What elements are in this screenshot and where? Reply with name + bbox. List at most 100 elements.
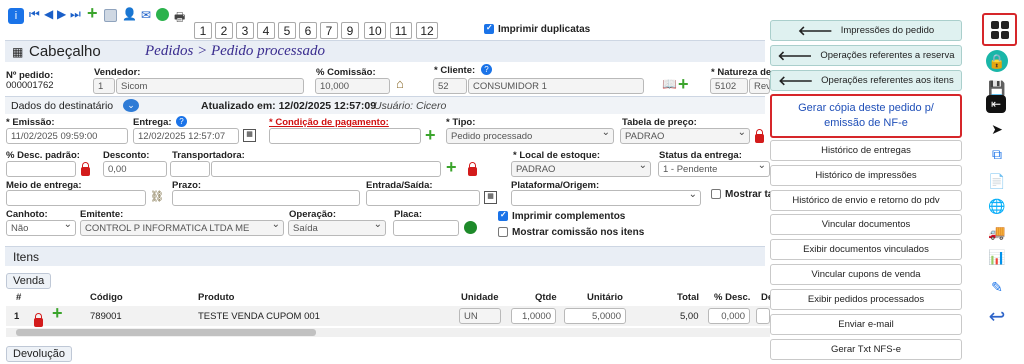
type-select[interactable]: Pedido processado [446, 128, 614, 144]
page-button[interactable]: 1 [194, 22, 212, 39]
menu-show-linked-documents[interactable]: Exibir documentos vinculados [770, 239, 962, 260]
prev-page-icon[interactable]: ◀ [44, 7, 53, 21]
add-item-icon[interactable]: + [52, 304, 63, 322]
add-icon[interactable]: + [87, 3, 98, 24]
page-button[interactable]: 12 [416, 22, 438, 39]
lock-icon[interactable] [34, 313, 43, 327]
add-carrier-icon[interactable]: + [446, 158, 457, 176]
page-button[interactable]: 5 [278, 22, 296, 39]
menu-print-history[interactable]: Histórico de impressões [770, 165, 962, 186]
client-code-input[interactable]: 52 [433, 78, 467, 94]
price-table-select[interactable]: PADRAO [620, 128, 750, 144]
exit-icon[interactable]: ⇤ [986, 95, 1006, 113]
lock-icon[interactable] [81, 162, 90, 176]
stock-select[interactable]: PADRAO [511, 161, 651, 177]
menu-delivery-history[interactable]: Histórico de entregas [770, 140, 962, 161]
generate-copy-button[interactable]: Gerar cópia deste pedido p/ emissão de N… [770, 94, 962, 138]
row-unit-price[interactable]: 5,0000 [564, 308, 626, 324]
menu-send-email[interactable]: Enviar e-mail [770, 314, 962, 335]
last-page-icon[interactable]: ⏭ [70, 7, 81, 22]
chart-icon[interactable]: 📊 [986, 246, 1008, 268]
whatsapp-icon[interactable] [156, 8, 169, 21]
row-qty[interactable]: 1,0000 [511, 308, 556, 324]
next-page-icon[interactable]: ▶ [57, 7, 66, 21]
carrier-name-input[interactable] [211, 161, 441, 177]
deadline-input[interactable] [172, 190, 360, 206]
page-button[interactable]: 2 [215, 22, 233, 39]
calendar-icon[interactable]: ▦ [243, 129, 256, 142]
row-unit[interactable]: UN [459, 308, 501, 324]
lock-icon[interactable] [755, 129, 764, 143]
scrollbar-thumb[interactable] [16, 329, 316, 336]
apps-menu-button[interactable] [982, 13, 1017, 46]
print-duplicates-checkbox[interactable]: Imprimir duplicatas [484, 23, 590, 35]
page-button[interactable]: 11 [390, 22, 412, 39]
info-icon[interactable]: i [8, 8, 24, 24]
page-button[interactable]: 7 [320, 22, 338, 39]
help-icon[interactable]: ? [481, 64, 492, 75]
lock-icon[interactable] [468, 162, 477, 176]
document-icon[interactable]: 📄 [986, 170, 1008, 192]
mail-icon[interactable]: ✉ [141, 8, 151, 22]
row-discount[interactable]: 0,000 [708, 308, 750, 324]
calculator-icon[interactable]: ⌂ [396, 76, 404, 91]
operation-select[interactable]: Saída [288, 220, 386, 236]
delivery-icon[interactable]: 🚚 [986, 221, 1008, 243]
show-checkbox[interactable]: Mostrar ta [711, 189, 773, 200]
horizontal-scrollbar[interactable] [6, 328, 770, 337]
page-button[interactable]: 6 [299, 22, 317, 39]
menu-link-documents[interactable]: Vincular documentos [770, 214, 962, 235]
calendar-icon[interactable]: ▦ [484, 191, 497, 204]
delivery-input[interactable]: 12/02/2025 12:57:07 [133, 128, 239, 144]
entry-exit-input[interactable] [366, 190, 480, 206]
seller-name-input[interactable]: Sicom [116, 78, 304, 94]
payment-input[interactable] [269, 128, 421, 144]
seller-code-input[interactable]: 1 [93, 78, 115, 94]
undo-icon[interactable]: ↩ [986, 305, 1008, 328]
discount-input[interactable]: 0,00 [103, 161, 167, 177]
print-complements-checkbox[interactable]: Imprimir complementos [498, 210, 625, 222]
client-book-icon[interactable]: 📖 [662, 77, 677, 91]
delivery-status-select[interactable]: 1 - Pendente [658, 161, 770, 177]
import-icon[interactable]: ⧉ [986, 143, 1008, 165]
nature-code-input[interactable]: 5102 [710, 78, 748, 94]
menu-generate-txt[interactable]: Gerar Txt NFS-e [770, 339, 962, 360]
chevron-down-icon[interactable]: ⌄ [123, 99, 139, 112]
menu-show-processed-orders[interactable]: Exibir pedidos processados [770, 289, 962, 310]
send-icon[interactable]: ➤ [986, 118, 1008, 140]
help-icon[interactable]: ? [176, 116, 187, 127]
globe-icon[interactable]: 🌐 [986, 195, 1008, 217]
page-button[interactable]: 4 [257, 22, 275, 39]
tab-sale[interactable]: Venda [6, 273, 52, 289]
page-button[interactable]: 10 [364, 22, 386, 39]
emission-input[interactable]: 11/02/2025 09:59:00 [6, 128, 128, 144]
payment-label[interactable]: * Condição de pagamento: [269, 117, 389, 128]
binoculars-icon[interactable]: ⛓ [150, 190, 164, 203]
menu-nav-items[interactable]: 🡐 Operações referentes aos itens [770, 70, 962, 91]
issuer-select[interactable]: CONTROL P INFORMATICA LTDA ME [80, 220, 284, 236]
plate-input[interactable] [393, 220, 459, 236]
printer-icon[interactable]: 🖶 [174, 8, 185, 29]
page-button[interactable]: 9 [341, 22, 359, 39]
menu-nav-reservation[interactable]: 🡐 Operações referentes a reserva [770, 45, 962, 66]
add-payment-icon[interactable]: + [425, 126, 436, 144]
commission-input[interactable]: 10,000 [315, 78, 390, 94]
page-button[interactable]: 3 [236, 22, 254, 39]
add-client-icon[interactable]: + [678, 75, 689, 93]
stub-select[interactable]: Não [6, 220, 76, 236]
edit-icon[interactable]: ✎ [986, 276, 1008, 298]
show-commission-checkbox[interactable]: Mostrar comissão nos itens [498, 227, 644, 238]
carrier-code-input[interactable] [170, 161, 210, 177]
row-extra[interactable] [756, 308, 770, 324]
user-icon[interactable]: 👤 [122, 7, 137, 21]
delivery-mode-input[interactable] [6, 190, 146, 206]
discount-std-input[interactable] [6, 161, 76, 177]
menu-link-receipts[interactable]: Vincular cupons de venda [770, 264, 962, 285]
first-page-icon[interactable]: ⏮ [29, 7, 40, 22]
lock-status-icon[interactable]: 🔒 [986, 50, 1008, 72]
client-name-input[interactable]: CONSUMIDOR 1 [468, 78, 644, 94]
tab-return[interactable]: Devolução [6, 346, 72, 362]
platform-select[interactable] [511, 190, 701, 206]
copy-icon[interactable] [104, 9, 117, 22]
menu-pdv-history[interactable]: Histórico de envio e retorno do pdv [770, 190, 962, 211]
